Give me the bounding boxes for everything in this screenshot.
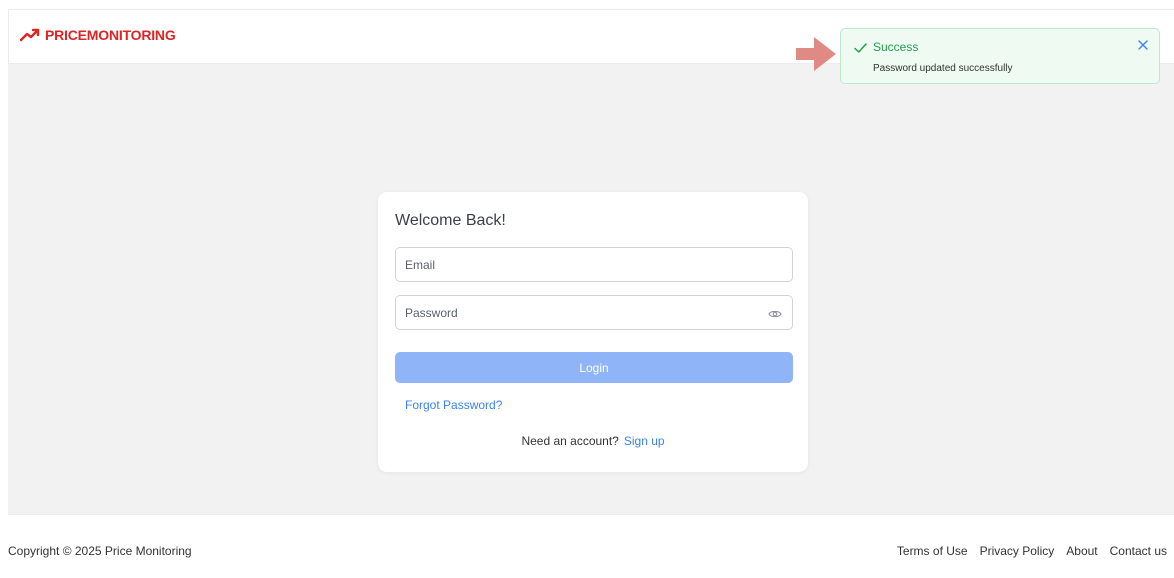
footer-links: Terms of Use Privacy Policy About Contac… bbox=[897, 544, 1167, 558]
close-icon bbox=[1138, 40, 1148, 50]
login-card: Welcome Back! Login Forgot Password? Nee… bbox=[378, 192, 808, 472]
brand-name: PRICEMONITORING bbox=[45, 27, 176, 43]
toast-message: Password updated successfully bbox=[873, 63, 1013, 74]
check-icon bbox=[854, 43, 867, 53]
success-toast: Success Password updated successfully bbox=[840, 28, 1160, 84]
password-field[interactable] bbox=[395, 295, 793, 330]
email-field[interactable] bbox=[395, 247, 793, 282]
forgot-password-link[interactable]: Forgot Password? bbox=[405, 398, 502, 412]
login-button[interactable]: Login bbox=[395, 352, 793, 383]
footer-link-privacy[interactable]: Privacy Policy bbox=[980, 544, 1055, 558]
email-input[interactable] bbox=[396, 248, 792, 281]
login-title: Welcome Back! bbox=[395, 212, 506, 229]
footer-link-about[interactable]: About bbox=[1066, 544, 1097, 558]
page: PRICEMONITORING Welcome Back! Login Forg… bbox=[0, 0, 1174, 578]
footer: Copyright © 2025 Price Monitoring Terms … bbox=[8, 514, 1174, 578]
arrow-right-icon bbox=[796, 37, 836, 71]
signup-prompt: Need an account? bbox=[521, 434, 619, 448]
footer-link-contact[interactable]: Contact us bbox=[1110, 544, 1167, 558]
footer-link-terms[interactable]: Terms of Use bbox=[897, 544, 968, 558]
toast-title: Success bbox=[873, 40, 919, 54]
password-input[interactable] bbox=[396, 296, 792, 329]
toast-close-button[interactable] bbox=[1135, 37, 1151, 53]
eye-icon[interactable] bbox=[768, 307, 782, 321]
signup-link[interactable]: Sign up bbox=[624, 434, 665, 448]
signup-row: Need an account? Sign up bbox=[378, 434, 808, 448]
brand-logo-link[interactable]: PRICEMONITORING bbox=[20, 27, 176, 43]
trending-up-icon bbox=[20, 28, 40, 42]
copyright-text: Copyright © 2025 Price Monitoring bbox=[8, 544, 192, 558]
